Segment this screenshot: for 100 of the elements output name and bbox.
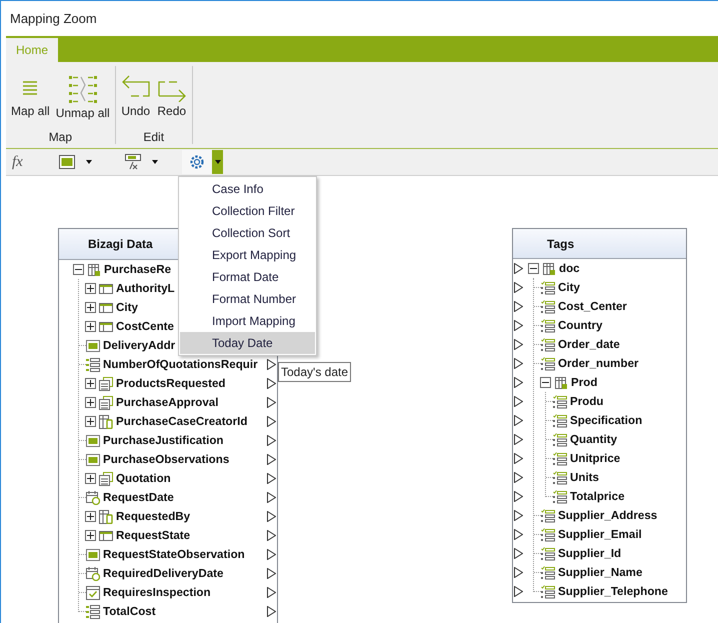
stacked-sheets-icon	[99, 472, 113, 486]
settings-icon	[189, 154, 205, 170]
expander-button[interactable]	[85, 321, 96, 332]
field-label: RequestDate	[103, 490, 174, 506]
field-label: ProductsRequested	[116, 376, 226, 392]
expander-button[interactable]	[85, 511, 96, 522]
expander-button[interactable]	[85, 530, 96, 541]
lines-icon	[21, 80, 40, 96]
calendar-clock-icon	[86, 566, 100, 580]
checkbox-icon	[86, 586, 100, 600]
formula-label[interactable]: fx	[12, 150, 26, 174]
field-label: NumberOfQuotationsRequir	[103, 356, 258, 373]
expander-button[interactable]	[85, 416, 96, 427]
menu-item[interactable]: Import Mapping	[180, 310, 315, 332]
field-label: CostCente	[116, 318, 174, 335]
field-label: Supplier_Address	[558, 508, 658, 524]
field-label: doc	[559, 260, 580, 277]
text-field-icon	[59, 155, 75, 169]
minus-icon	[530, 265, 537, 272]
toolbar-button[interactable]	[182, 150, 212, 174]
field-label: Cost_Center	[558, 298, 627, 315]
dropdown-button[interactable]	[212, 150, 223, 174]
field-label: PurchaseRe	[104, 262, 172, 278]
expander-button[interactable]	[85, 473, 96, 484]
list-icon	[553, 452, 567, 466]
ribbon-button[interactable]: Map all	[9, 66, 52, 124]
field-label: PurchaseApproval	[116, 394, 218, 411]
field-label: PurchaseJustification	[103, 432, 224, 449]
field-label: PurchaseObservations	[103, 452, 230, 468]
expander-button[interactable]	[85, 283, 96, 294]
menu-item[interactable]: Format Date	[180, 266, 315, 288]
tooltip: Today's date	[278, 362, 352, 382]
plus-icon	[87, 380, 94, 387]
list-icon	[541, 546, 555, 560]
field-label: DeliveryAddr	[103, 338, 176, 354]
list-icon	[541, 356, 555, 370]
field-label: Order_date	[558, 336, 620, 353]
expander-button[interactable]	[528, 263, 539, 274]
expander-button[interactable]	[85, 397, 96, 408]
ribbon-button[interactable]: Unmap all	[54, 66, 112, 124]
field-label: City	[116, 300, 138, 316]
field-label: Quantity	[570, 432, 618, 448]
menu-item[interactable]: Collection Sort	[180, 222, 315, 244]
menu-item[interactable]: Case Info	[180, 178, 315, 200]
list-icon	[541, 508, 555, 522]
field-label: RequestStateObservation	[103, 546, 245, 563]
plus-icon	[87, 399, 94, 406]
ribbon-button[interactable]: Redo	[154, 66, 189, 124]
plus-icon	[87, 418, 94, 425]
table-device-icon	[99, 510, 113, 524]
list-icon	[553, 470, 567, 484]
field-label: RequestedBy	[116, 508, 190, 525]
expander-button[interactable]	[85, 302, 96, 313]
menu-item[interactable]: Format Number	[180, 288, 315, 310]
field-label: Supplier_Telephone	[558, 584, 668, 600]
field-label: RequestState	[116, 528, 190, 544]
text-field-icon	[86, 548, 100, 562]
expander-button[interactable]	[540, 377, 551, 388]
text-field-icon	[86, 452, 100, 466]
expander-button[interactable]	[73, 264, 84, 275]
plus-icon	[87, 304, 94, 311]
expander-button[interactable]	[85, 378, 96, 389]
list-icon	[541, 280, 555, 294]
field-label: RequiresInspection	[103, 584, 211, 601]
list-icon	[541, 318, 555, 332]
text-field-icon	[86, 434, 100, 448]
field-label: Totalprice	[570, 488, 625, 505]
list-icon	[541, 584, 555, 598]
ribbon-button[interactable]: Undo	[118, 66, 153, 124]
field-label: AuthorityL	[116, 280, 175, 297]
table-icon	[99, 300, 113, 314]
list-icon	[553, 432, 567, 446]
menu-item[interactable]: Collection Filter	[180, 200, 315, 222]
field-label: Units	[570, 470, 599, 486]
table-icon	[99, 320, 113, 334]
table-icon	[542, 262, 556, 276]
panel-title: Tags	[546, 236, 574, 252]
field-label: Supplier_Id	[558, 546, 622, 562]
plus-icon	[87, 532, 94, 539]
field-label: City	[558, 280, 580, 296]
unmap-all-icon	[68, 74, 98, 104]
list-icon	[86, 358, 100, 372]
menu-item[interactable]: Export Mapping	[180, 244, 315, 266]
table-icon	[87, 262, 101, 276]
menu-item[interactable]: Today Date	[180, 332, 315, 354]
field-label: PurchaseCaseCreatorId	[116, 414, 248, 430]
plus-icon	[87, 285, 94, 292]
stacked-sheets-icon	[99, 396, 113, 410]
plus-icon	[87, 475, 94, 482]
field-label: Supplier_Name	[558, 564, 642, 581]
field-label: Quotation	[116, 470, 171, 487]
window-title: Mapping Zoom	[10, 10, 97, 28]
table-device-icon	[99, 414, 113, 428]
table-icon	[554, 376, 568, 390]
caret-icon	[152, 160, 158, 164]
group-label: Edit	[143, 129, 164, 146]
field-label: Prod	[571, 374, 598, 391]
minus-icon	[542, 379, 549, 386]
field-label: TotalCost	[103, 604, 156, 620]
text-field-icon	[86, 338, 100, 352]
